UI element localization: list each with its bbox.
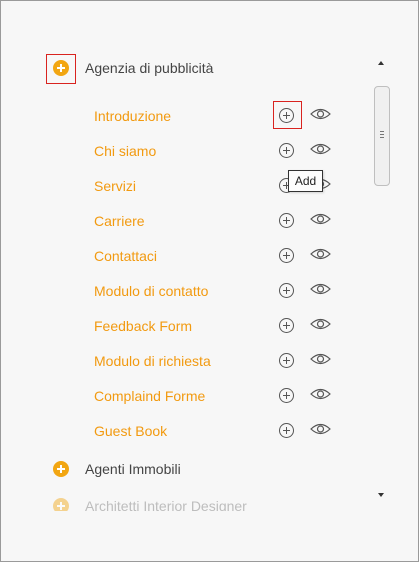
add-icon[interactable] bbox=[279, 423, 294, 438]
page-label[interactable]: Carriere bbox=[94, 213, 145, 229]
page-label[interactable]: Contattaci bbox=[94, 248, 157, 264]
category-label: Agenti Immobili bbox=[85, 461, 181, 477]
plus-circle-icon[interactable] bbox=[53, 498, 69, 511]
page-row-guest-book[interactable]: Guest Book bbox=[1, 415, 373, 445]
eye-icon[interactable] bbox=[310, 212, 331, 226]
page-label[interactable]: Feedback Form bbox=[94, 318, 192, 334]
plus-circle-icon[interactable] bbox=[53, 60, 69, 76]
page-row-complaind-forme[interactable]: Complaind Forme bbox=[1, 380, 373, 410]
page-row-carriere[interactable]: Carriere bbox=[1, 205, 373, 235]
grip-line bbox=[380, 137, 384, 138]
add-tooltip: Add bbox=[288, 170, 323, 192]
category-row-agenzia[interactable]: Agenzia di pubblicità bbox=[1, 52, 373, 84]
grip-line bbox=[380, 134, 384, 135]
page-row-feedback-form[interactable]: Feedback Form bbox=[1, 310, 373, 340]
plus-circle-icon[interactable] bbox=[53, 461, 69, 477]
category-row-agenti-immobili[interactable]: Agenti Immobili bbox=[1, 454, 373, 484]
eye-icon[interactable] bbox=[310, 387, 331, 401]
page-label[interactable]: Modulo di contatto bbox=[94, 283, 208, 299]
eye-icon[interactable] bbox=[310, 352, 331, 366]
category-label: Architetti Interior Designer bbox=[85, 498, 247, 511]
page-label[interactable]: Guest Book bbox=[94, 423, 167, 439]
add-icon[interactable] bbox=[279, 283, 294, 298]
add-icon[interactable] bbox=[279, 353, 294, 368]
category-label: Agenzia di pubblicità bbox=[85, 60, 214, 76]
page-row-contattaci[interactable]: Contattaci bbox=[1, 240, 373, 270]
add-icon[interactable] bbox=[279, 108, 294, 123]
scroll-thumb[interactable] bbox=[374, 86, 390, 186]
page-row-modulo-di-contatto[interactable]: Modulo di contatto bbox=[1, 275, 373, 305]
page-row-modulo-di-richiesta[interactable]: Modulo di richiesta bbox=[1, 345, 373, 375]
eye-icon[interactable] bbox=[310, 317, 331, 331]
vertical-scrollbar[interactable] bbox=[374, 53, 390, 505]
scroll-up-arrow-icon[interactable] bbox=[378, 61, 384, 65]
eye-icon[interactable] bbox=[310, 142, 331, 156]
eye-icon[interactable] bbox=[310, 247, 331, 261]
scroll-down-arrow-icon[interactable] bbox=[378, 493, 384, 497]
category-row-architetti[interactable]: Architetti Interior Designer bbox=[1, 492, 373, 511]
page-label[interactable]: Servizi bbox=[94, 178, 136, 194]
page-label[interactable]: Introduzione bbox=[94, 108, 171, 124]
add-icon[interactable] bbox=[279, 318, 294, 333]
page-row-chi-siamo[interactable]: Chi siamo bbox=[1, 135, 373, 165]
page-label[interactable]: Complaind Forme bbox=[94, 388, 205, 404]
add-icon[interactable] bbox=[279, 388, 294, 403]
page-label[interactable]: Chi siamo bbox=[94, 143, 156, 159]
grip-line bbox=[380, 131, 384, 132]
eye-icon[interactable] bbox=[310, 107, 331, 121]
eye-icon[interactable] bbox=[310, 282, 331, 296]
page-label[interactable]: Modulo di richiesta bbox=[94, 353, 211, 369]
page-tree-panel: Agenzia di pubblicità Introduzione Chi s… bbox=[0, 0, 419, 562]
page-row-introduzione[interactable]: Introduzione bbox=[1, 100, 373, 130]
add-icon[interactable] bbox=[279, 213, 294, 228]
page-tree: Agenzia di pubblicità Introduzione Chi s… bbox=[1, 1, 373, 511]
add-icon[interactable] bbox=[279, 143, 294, 158]
add-icon[interactable] bbox=[279, 248, 294, 263]
eye-icon[interactable] bbox=[310, 422, 331, 436]
